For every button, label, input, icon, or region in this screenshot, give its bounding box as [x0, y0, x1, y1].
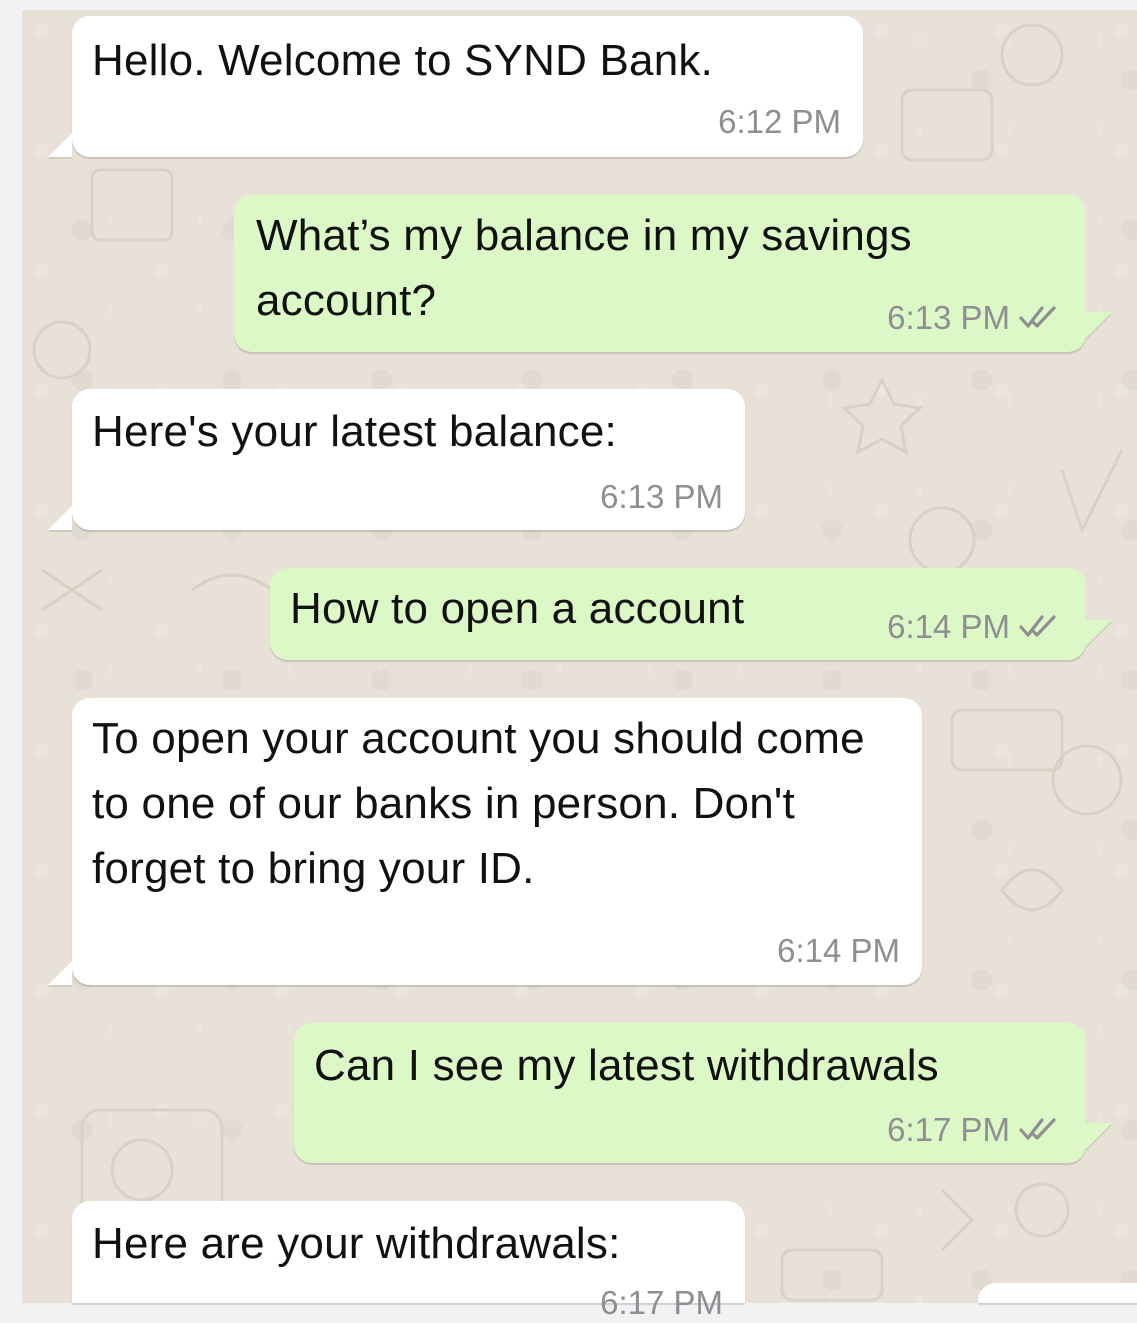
message-bubble-partial[interactable]: [978, 1283, 1137, 1303]
message-timestamp: 6:14 PM: [887, 608, 1010, 645]
message-timestamp: 6:17 PM: [887, 1111, 1010, 1148]
message-text: To open your account you should come to …: [92, 714, 865, 893]
message-bubble-incoming[interactable]: To open your account you should come to …: [72, 698, 922, 985]
message-timestamp: 6:14 PM: [777, 932, 900, 969]
message-bubble-outgoing[interactable]: What’s my balance in my savings account?…: [234, 195, 1086, 352]
message-bubble-outgoing[interactable]: Can I see my latest withdrawals 6:17 PM: [294, 1023, 1086, 1163]
message-timestamp: 6:17 PM: [600, 1284, 723, 1321]
message-text: Here's your latest balance:: [92, 407, 617, 456]
double-check-icon: [1019, 1118, 1056, 1140]
message-bubble-incoming[interactable]: Hello. Welcome to SYND Bank. 6:12 PM: [72, 16, 863, 157]
message-text: Here are your withdrawals:: [92, 1219, 621, 1268]
message-bubble-incoming[interactable]: Here's your latest balance: 6:13 PM: [72, 389, 745, 530]
message-text: Hello. Welcome to SYND Bank.: [92, 36, 714, 85]
double-check-icon: [1019, 615, 1056, 637]
message-timestamp: 6:13 PM: [887, 299, 1010, 336]
message-timestamp: 6:12 PM: [718, 103, 841, 140]
double-check-icon: [1019, 306, 1056, 328]
message-bubble-incoming[interactable]: Here are your withdrawals: 6:17 PM: [72, 1201, 745, 1321]
message-text: Can I see my latest withdrawals: [314, 1041, 939, 1090]
message-timestamp: 6:13 PM: [600, 478, 723, 515]
message-bubble-outgoing[interactable]: How to open a account 6:14 PM: [270, 568, 1086, 660]
message-text: How to open a account: [290, 584, 745, 633]
